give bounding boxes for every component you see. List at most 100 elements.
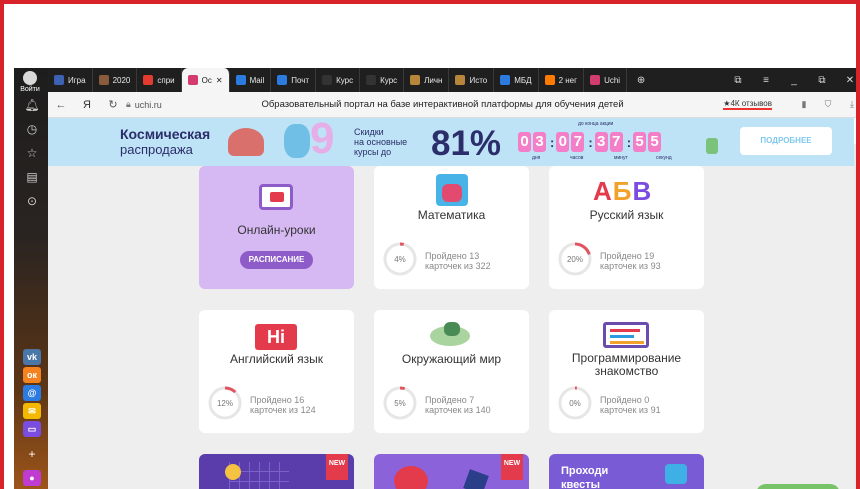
tab-favicon-icon bbox=[322, 75, 333, 85]
messenger-icon[interactable]: ▭ bbox=[23, 421, 41, 437]
progress-label: 20% bbox=[567, 255, 583, 264]
tab-label: Личн bbox=[424, 75, 443, 85]
countdown-timer: 0 3 : 0 7 : 3 7 : 5 5 bbox=[518, 132, 663, 152]
scrollbar-thumb[interactable] bbox=[856, 148, 860, 280]
card-russian[interactable]: АБВ Русский язык 20% Пройдено 19 карточек… bbox=[549, 166, 704, 289]
tab-label: Ос bbox=[201, 75, 212, 85]
progress-label: 4% bbox=[394, 255, 406, 264]
bird-illustration bbox=[284, 124, 310, 158]
card-english[interactable]: Hi Английский язык 12% Пройдено 16 карточ… bbox=[199, 310, 354, 433]
alice-icon[interactable]: ● bbox=[23, 470, 41, 486]
browser-tab[interactable]: Курс bbox=[360, 68, 405, 92]
countdown-digit: 3 bbox=[533, 132, 546, 152]
browser-tab[interactable]: Исто bbox=[449, 68, 495, 92]
progress-label: 5% bbox=[394, 399, 406, 408]
browser-tab[interactable]: Uchi bbox=[584, 68, 628, 92]
scrollbar[interactable] bbox=[854, 144, 860, 489]
browser-tab[interactable]: Mail bbox=[230, 68, 272, 92]
close-tab-icon[interactable]: ✕ bbox=[216, 76, 223, 85]
abv-icon: АБВ bbox=[593, 176, 653, 206]
browser-tab[interactable]: Почт bbox=[271, 68, 317, 92]
quest-icon bbox=[665, 464, 687, 484]
url-field[interactable]: uchi.ru bbox=[135, 100, 162, 110]
reload-icon[interactable]: ↻ bbox=[100, 98, 126, 111]
discount-percent: 81% bbox=[431, 124, 502, 163]
back-icon[interactable]: ← bbox=[48, 99, 74, 111]
star-icon[interactable]: ☆ bbox=[23, 144, 41, 162]
tab-favicon-icon bbox=[98, 75, 109, 85]
close-window-icon[interactable]: ✕ bbox=[836, 75, 856, 86]
card-online-lessons[interactable]: Онлайн-уроки РАСПИСАНИЕ bbox=[199, 166, 354, 289]
tab-favicon-icon bbox=[366, 75, 377, 85]
notes-icon[interactable]: ▤ bbox=[23, 168, 41, 186]
schedule-button[interactable]: РАСПИСАНИЕ bbox=[240, 251, 313, 269]
countdown-unit: часов bbox=[570, 155, 584, 161]
minimize-icon[interactable]: _ bbox=[780, 75, 808, 86]
add-icon[interactable]: + bbox=[23, 445, 41, 463]
menu-icon[interactable]: ≡ bbox=[752, 75, 780, 86]
tab-favicon-icon bbox=[455, 75, 466, 85]
more-button[interactable]: ПОДРОБНЕЕ bbox=[740, 127, 832, 155]
card-bottom-2[interactable]: NEW bbox=[374, 454, 529, 489]
card-world[interactable]: Окружающий мир 5% Пройдено 7 карточек из … bbox=[374, 310, 529, 433]
tab-label: Курс bbox=[380, 75, 398, 85]
avatar bbox=[23, 71, 37, 85]
clock-icon[interactable]: ◷ bbox=[23, 120, 41, 138]
tab-label: Почт bbox=[291, 75, 310, 85]
card-bottom-1[interactable]: NEW bbox=[199, 454, 354, 489]
bell-icon[interactable]: 🔔︎ bbox=[23, 96, 41, 114]
mail-envelope-icon[interactable]: ✉ bbox=[23, 403, 41, 419]
card-title: Математика bbox=[417, 208, 486, 222]
tab-favicon-icon bbox=[54, 75, 64, 85]
progress-label: 12% bbox=[217, 399, 233, 408]
login-button[interactable]: Войти bbox=[16, 71, 44, 95]
browser-tab[interactable]: Игра bbox=[48, 68, 93, 92]
mail-at-icon[interactable]: @ bbox=[23, 385, 41, 401]
countdown-unit: минут bbox=[614, 155, 628, 161]
vk-icon[interactable]: vk bbox=[23, 349, 41, 365]
browser-tab[interactable]: Личн bbox=[404, 68, 450, 92]
tab-label: 2 нег bbox=[558, 75, 578, 85]
tab-label: Игра bbox=[68, 75, 86, 85]
green-floating-button[interactable] bbox=[756, 484, 840, 489]
countdown-digit: 7 bbox=[609, 132, 623, 152]
progress-ring: 0% bbox=[558, 386, 592, 420]
restore-icon[interactable]: ⧉ bbox=[808, 75, 836, 86]
tab-label: Uchi bbox=[604, 75, 621, 85]
progress-text: Пройдено 7 карточек из 140 bbox=[425, 395, 491, 415]
card-title: Русский язык bbox=[589, 208, 664, 222]
tab-label: Исто bbox=[469, 75, 488, 85]
protect-icon[interactable]: ⛉ bbox=[816, 99, 840, 110]
play-icon[interactable]: ⊙ bbox=[23, 192, 41, 210]
countdown-unit: секунд bbox=[656, 155, 672, 161]
ok-icon[interactable]: ок bbox=[23, 367, 41, 383]
tab-manager-icon[interactable]: ⧉ bbox=[724, 75, 752, 86]
browser-tab[interactable]: МБД bbox=[494, 68, 539, 92]
browser-tab[interactable]: Ос ✕ bbox=[181, 68, 230, 92]
tab-label: спри bbox=[157, 75, 175, 85]
promo-banner[interactable]: Космическая распродажа 9 Скидки на основ… bbox=[48, 114, 854, 166]
browser-tab[interactable]: Курс bbox=[316, 68, 361, 92]
progress-text: Пройдено 19 карточек из 93 bbox=[600, 251, 661, 271]
tab-favicon-icon bbox=[187, 75, 198, 85]
tab-favicon-icon bbox=[544, 75, 555, 85]
rocket-icon bbox=[706, 138, 718, 154]
card-quests[interactable]: Проходи квесты bbox=[549, 454, 704, 489]
banner-title-line1: Космическая bbox=[120, 126, 211, 142]
laptop-icon bbox=[259, 184, 293, 210]
progress-text: Пройдено 0 карточек из 91 bbox=[600, 395, 661, 415]
card-math[interactable]: Математика 4% Пройдено 13 карточек из 322 bbox=[374, 166, 529, 289]
bookmark-icon[interactable]: ▮ bbox=[792, 99, 816, 110]
reviews-link[interactable]: ★4К отзывов bbox=[723, 99, 772, 110]
card-programming[interactable]: Программирование знакомство 0% Пройдено 0… bbox=[549, 310, 704, 433]
page-title: Образовательный портал на базе интеракти… bbox=[261, 99, 624, 110]
browser-tab[interactable]: 2 нег bbox=[539, 68, 585, 92]
new-tab-button[interactable]: ⊕ bbox=[627, 75, 655, 86]
download-icon[interactable]: ⤓ bbox=[840, 99, 856, 110]
browser-tab[interactable]: 2020 bbox=[93, 68, 138, 92]
banner-title-line2: распродажа bbox=[120, 142, 193, 157]
browser-window: Войти 🔔︎ ◷ ☆ ▤ ⊙ vk ок @ ✉ ▭ + ● Игра 202… bbox=[0, 0, 860, 489]
code-screen-icon bbox=[603, 322, 649, 348]
browser-tab[interactable]: спри bbox=[137, 68, 182, 92]
yandex-icon[interactable]: Я bbox=[74, 99, 100, 111]
